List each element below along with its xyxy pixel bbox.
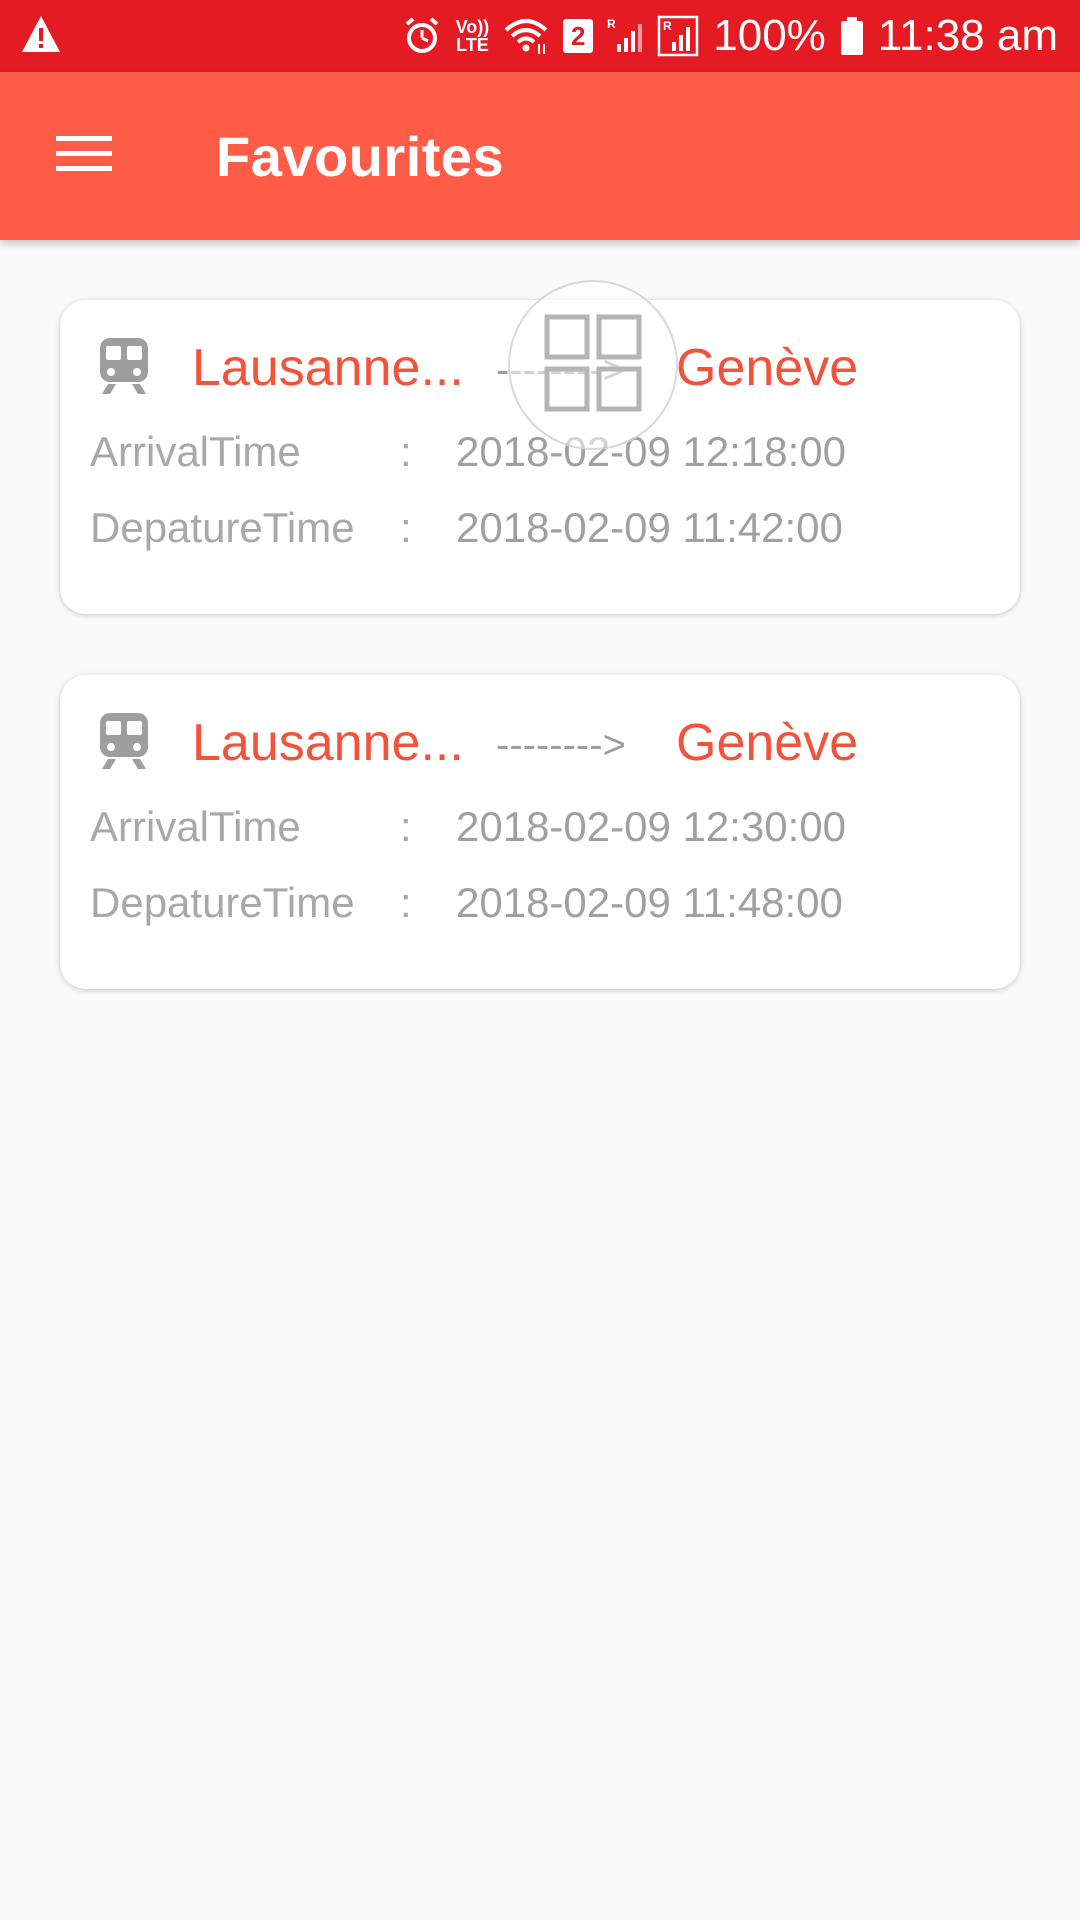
status-bar: Vo)) LTE 2 R R 100% 11:38 am: [0, 0, 1080, 72]
menu-button[interactable]: [40, 116, 128, 196]
sim-badge: 2: [563, 19, 594, 53]
departure-colon: :: [400, 879, 412, 926]
hamburger-menu-icon: [56, 134, 112, 179]
arrival-label: ArrivalTime: [90, 803, 301, 850]
arrival-label: ArrivalTime: [90, 428, 301, 475]
wifi-icon: [503, 16, 549, 56]
svg-text:R: R: [663, 19, 672, 33]
to-station: Genève: [676, 714, 859, 772]
departure-label: DepatureTime: [90, 504, 355, 551]
signal-2-icon: R: [657, 14, 699, 58]
from-station: Lausanne...: [192, 339, 464, 397]
arrival-colon: :: [400, 803, 412, 850]
clock: 11:38 am: [877, 11, 1058, 60]
train-icon: [98, 711, 150, 776]
volte-top-text: Vo)): [455, 17, 490, 37]
signal-1-icon: R: [607, 16, 643, 56]
floating-overlay-button[interactable]: [508, 280, 678, 450]
arrival-value: 2018-02-09 12:30:00: [456, 803, 846, 850]
arrival-value: 2018-02-09 12:18:00: [456, 428, 846, 475]
arrival-colon: :: [400, 428, 412, 475]
from-station: Lausanne...: [192, 714, 464, 772]
train-icon: [98, 336, 150, 401]
favourite-card[interactable]: Lausanne... --------> Genève ArrivalTime…: [60, 675, 1020, 989]
departure-value: 2018-02-09 11:42:00: [456, 504, 843, 551]
status-icons: Vo)) LTE 2 R R 100% 11:38 am: [402, 0, 1058, 72]
route-arrow: -------->: [496, 723, 626, 767]
grid-icon: [543, 313, 643, 418]
sim-2-icon: 2: [563, 19, 594, 53]
departure-label: DepatureTime: [90, 879, 355, 926]
app-bar: Favourites: [0, 72, 1080, 240]
svg-text:R: R: [607, 17, 616, 31]
alarm-icon: [402, 16, 442, 56]
departure-value: 2018-02-09 11:48:00: [456, 879, 843, 926]
page-title: Favourites: [216, 125, 505, 188]
volte-icon: Vo)) LTE: [456, 18, 490, 54]
battery-icon: [840, 16, 864, 56]
battery-percent: 100%: [713, 11, 826, 60]
to-station: Genève: [676, 339, 859, 397]
volte-bottom-text: LTE: [456, 35, 489, 55]
departure-colon: :: [400, 504, 412, 551]
warning-icon: [20, 14, 62, 59]
